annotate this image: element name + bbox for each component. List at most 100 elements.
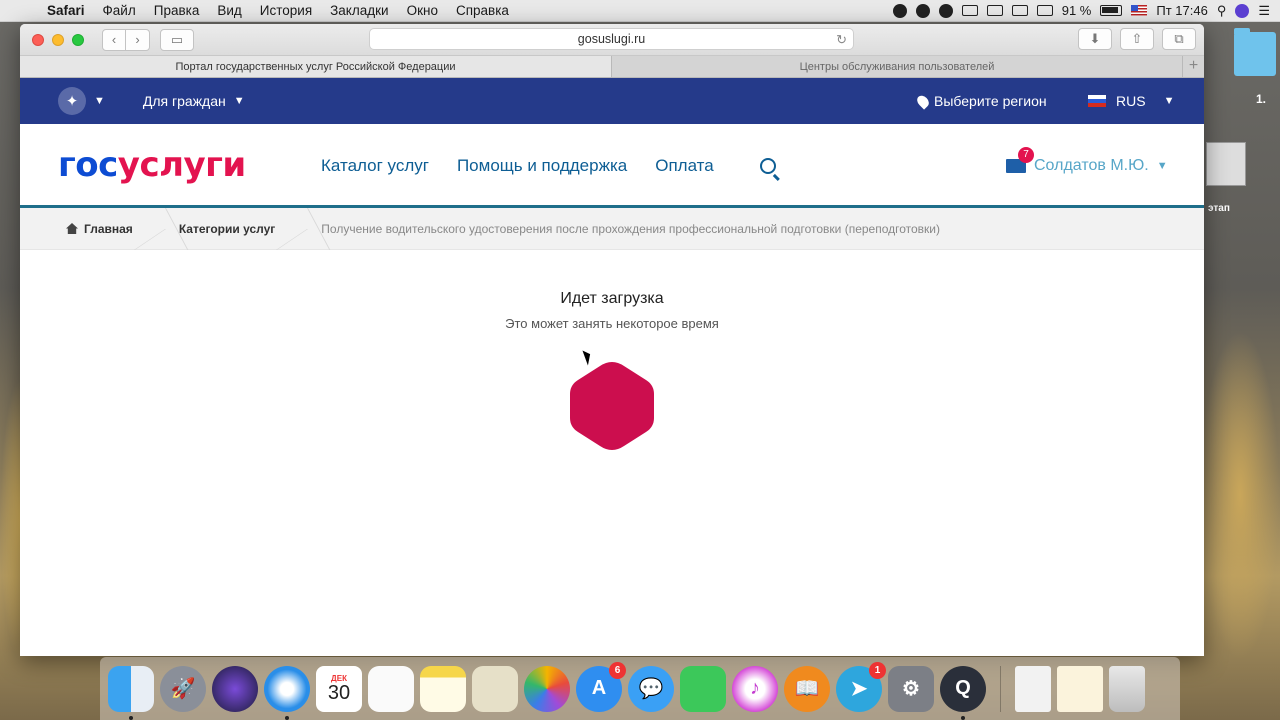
desktop-item-label: 1. bbox=[1256, 92, 1267, 106]
reminders-icon[interactable] bbox=[368, 665, 414, 712]
siri-icon[interactable] bbox=[1235, 3, 1250, 18]
spotlight-search-icon[interactable]: ⚲ bbox=[1217, 3, 1227, 19]
nav-catalog[interactable]: Каталог услуг bbox=[321, 156, 429, 176]
facetime-icon[interactable] bbox=[680, 665, 726, 712]
search-icon[interactable] bbox=[759, 158, 776, 174]
battery-percent: 91 % bbox=[1061, 3, 1092, 18]
calendar-day: 30 bbox=[327, 682, 351, 704]
gosuslugi-logo[interactable]: госуслуги bbox=[58, 145, 246, 185]
region-label: Выберите регион bbox=[934, 93, 1047, 109]
share-button[interactable]: ⇧ bbox=[1120, 28, 1154, 50]
preview-icon[interactable] bbox=[472, 665, 518, 712]
desktop-folder-icon[interactable] bbox=[1234, 28, 1276, 76]
menu-view[interactable]: Вид bbox=[208, 3, 250, 18]
downloads-button[interactable]: ⬇ bbox=[1078, 28, 1112, 50]
asterisk-icon[interactable] bbox=[938, 3, 953, 18]
macos-menubar: Safari Файл Правка Вид История Закладки … bbox=[0, 0, 1280, 22]
finder-icon[interactable] bbox=[108, 665, 154, 720]
running-indicator bbox=[961, 715, 965, 720]
menu-bookmarks[interactable]: Закладки bbox=[321, 3, 397, 18]
region-selector[interactable]: Выберите регион bbox=[914, 78, 1047, 124]
menu-app-name[interactable]: Safari bbox=[38, 3, 94, 18]
trash-icon[interactable] bbox=[1109, 665, 1145, 712]
battery-icon[interactable] bbox=[1100, 5, 1123, 16]
notification-center-icon[interactable]: ☰ bbox=[1258, 3, 1270, 19]
airplay-icon[interactable] bbox=[1036, 5, 1053, 16]
window-controls bbox=[32, 33, 84, 46]
nav-payment[interactable]: Оплата bbox=[655, 156, 713, 176]
toolbar-actions: ⬇ ⇧ ⧉ bbox=[1078, 28, 1196, 50]
app-store-badge: 6 bbox=[609, 661, 626, 679]
chevron-down-icon[interactable]: ▼ bbox=[94, 95, 105, 107]
user-menu[interactable]: 7 Солдатов М.Ю. ▼ bbox=[1006, 124, 1168, 208]
messages-icon[interactable]: 💬 bbox=[628, 665, 674, 712]
mail-icon[interactable]: 7 bbox=[1006, 147, 1034, 173]
address-bar[interactable]: gosuslugi.ru ↻ bbox=[369, 28, 854, 50]
app-store-icon[interactable]: A6 bbox=[576, 661, 626, 712]
back-button[interactable]: ‹ bbox=[102, 28, 126, 51]
coat-of-arms-icon[interactable]: ✦ bbox=[58, 87, 86, 115]
calendar-icon[interactable]: ДЕК 30 bbox=[316, 665, 362, 712]
macos-dock: 🚀 ДЕК 30 A6 💬 ♪ 📖 ➤ 1 ⚙ Q bbox=[100, 657, 1180, 720]
cloud-icon[interactable] bbox=[961, 5, 978, 16]
safari-window: ‹ › ▭ gosuslugi.ru ↻ ⬇ ⇧ ⧉ Портал госуда… bbox=[20, 24, 1204, 656]
tabs-overview-button[interactable]: ⧉ bbox=[1162, 28, 1196, 50]
quicktime-icon[interactable]: Q bbox=[940, 665, 986, 720]
chevron-down-icon: ▼ bbox=[1156, 160, 1168, 172]
forward-button[interactable]: › bbox=[126, 28, 150, 51]
close-window-button[interactable] bbox=[32, 33, 44, 46]
tab-service-centers[interactable]: Центры обслуживания пользователей bbox=[612, 56, 1182, 77]
menu-help[interactable]: Справка bbox=[447, 3, 518, 18]
system-preferences-icon[interactable]: ⚙ bbox=[888, 665, 934, 712]
language-selector[interactable]: RUS ▼ bbox=[1088, 78, 1174, 124]
home-icon bbox=[66, 223, 78, 234]
tab-gosuslugi-portal[interactable]: Портал государственных услуг Российской … bbox=[20, 56, 612, 77]
tab-bar: Портал государственных услуг Российской … bbox=[20, 56, 1204, 78]
running-indicator bbox=[285, 715, 289, 720]
safari-icon[interactable] bbox=[264, 665, 310, 720]
desktop-file-thumbnail[interactable] bbox=[1206, 142, 1246, 186]
downloads-stack-icon[interactable] bbox=[1057, 665, 1103, 712]
main-nav: Каталог услуг Помощь и поддержка Оплата bbox=[321, 124, 776, 208]
ibooks-icon[interactable]: 📖 bbox=[784, 665, 830, 712]
new-tab-button[interactable]: + bbox=[1182, 56, 1204, 77]
desktop-item-label-2: этап bbox=[1208, 203, 1230, 214]
logo-part-1: гос bbox=[58, 144, 118, 185]
page-content: Идет загрузка Это может занять некоторое… bbox=[20, 250, 1204, 650]
logo-part-2: услуги bbox=[117, 144, 246, 185]
chevron-down-icon: ▼ bbox=[1163, 95, 1175, 107]
menu-history[interactable]: История bbox=[251, 3, 321, 18]
menu-edit[interactable]: Правка bbox=[145, 3, 209, 18]
input-source-flag-icon[interactable] bbox=[1131, 5, 1148, 16]
dropbox-icon[interactable] bbox=[986, 5, 1003, 16]
russian-flag-icon bbox=[1088, 95, 1106, 107]
breadcrumb-category-label: Категории услуг bbox=[178, 221, 276, 236]
notes-icon[interactable] bbox=[420, 665, 466, 712]
site-topbar: ✦ ▼ Для граждан ▼ Выберите регион RUS ▼ bbox=[20, 78, 1204, 124]
minimize-window-button[interactable] bbox=[52, 33, 64, 46]
history-nav: ‹ › bbox=[102, 28, 150, 51]
document-icon[interactable] bbox=[1015, 665, 1051, 712]
audience-selector[interactable]: Для граждан ▼ bbox=[143, 93, 245, 109]
reload-icon[interactable]: ↻ bbox=[836, 29, 847, 50]
telegram-icon[interactable]: ➤ 1 bbox=[836, 661, 886, 712]
sidebar-toggle-button[interactable]: ▭ bbox=[160, 28, 194, 51]
menu-window[interactable]: Окно bbox=[398, 3, 447, 18]
menubar-clock[interactable]: Пт 17:46 bbox=[1156, 3, 1207, 18]
breadcrumb-current-label: Получение водительского удостоверения по… bbox=[321, 221, 941, 236]
itunes-icon[interactable]: ♪ bbox=[732, 665, 778, 712]
address-url: gosuslugi.ru bbox=[577, 32, 646, 46]
photos-icon[interactable] bbox=[524, 665, 570, 712]
launchpad-icon[interactable]: 🚀 bbox=[160, 665, 206, 712]
menu-file[interactable]: Файл bbox=[94, 3, 145, 18]
nav-help[interactable]: Помощь и поддержка bbox=[457, 156, 627, 176]
wifi-icon[interactable] bbox=[1011, 5, 1028, 16]
location-pin-icon bbox=[914, 92, 932, 110]
language-label: RUS bbox=[1116, 93, 1146, 109]
zoom-window-button[interactable] bbox=[72, 33, 84, 46]
record-icon[interactable] bbox=[892, 3, 907, 18]
breadcrumb: Главная Категории услуг Получение водите… bbox=[20, 208, 1204, 250]
siri-icon[interactable] bbox=[212, 665, 258, 712]
telegram-tray-icon[interactable] bbox=[915, 3, 930, 18]
safari-toolbar: ‹ › ▭ gosuslugi.ru ↻ ⬇ ⇧ ⧉ bbox=[20, 24, 1204, 56]
